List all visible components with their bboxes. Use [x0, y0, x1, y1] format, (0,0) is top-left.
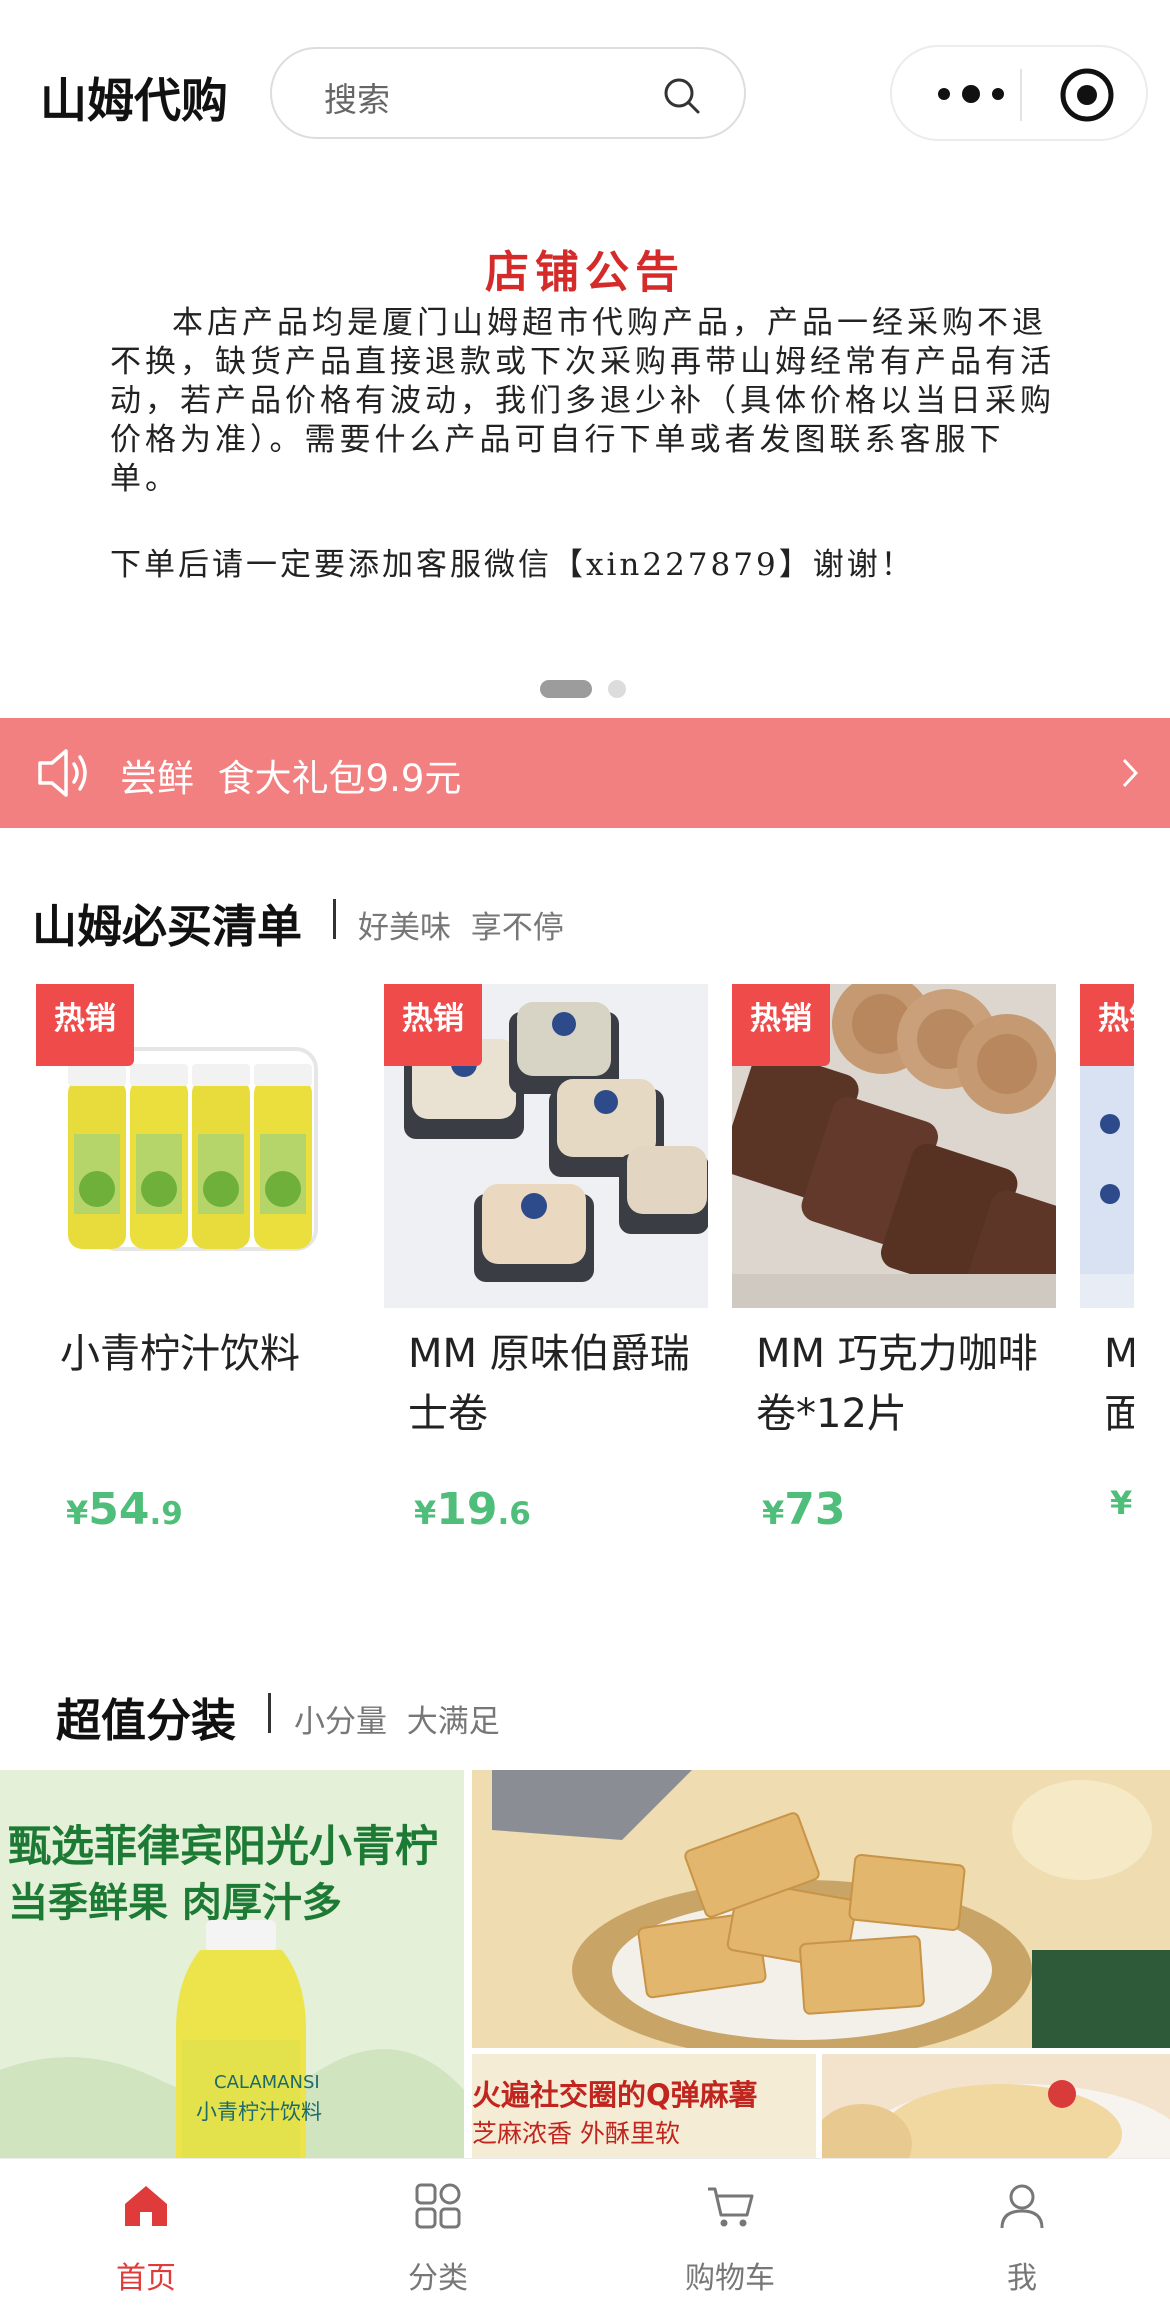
product-card[interactable]: 热销 小青柠汁饮料 ¥54.9 [36, 984, 360, 1564]
product-name[interactable]: 小青柠汁饮料 [60, 1324, 350, 1384]
product-name[interactable]: MM 原味伯爵瑞士卷 [408, 1324, 698, 1444]
promo-announcement-bar[interactable]: 尝鲜 食大礼包9.9元 [0, 718, 1170, 828]
mini-program-capsule [890, 45, 1148, 141]
tile-headline: 甄选菲律宾阳光小青柠 [8, 1822, 438, 1872]
product-image[interactable]: 热销 [1080, 984, 1134, 1308]
price-decimal: .9 [149, 1496, 183, 1532]
chevron-right-icon [1122, 758, 1139, 788]
notice-banner[interactable]: 店铺公告 本店产品均是厦门山姆超市代购产品，产品一经采购不退不换，缺货产品直接退… [0, 186, 1170, 706]
carousel-dot-active[interactable] [540, 680, 592, 698]
product-name[interactable]: MM 巧克力咖啡卷*12片 [756, 1324, 1046, 1444]
carousel-dot[interactable] [608, 680, 626, 698]
section-title-must-buy: 山姆必买清单 [32, 900, 303, 953]
tab-label: 分类 [408, 2261, 468, 2296]
target-icon[interactable] [1058, 66, 1116, 124]
price-integer: 73 [784, 1484, 846, 1535]
section-divider [268, 1693, 271, 1733]
hot-sale-badge: 热销 [36, 984, 134, 1066]
tile-headline: 火遍社交圈的Q弹麻薯 [472, 2078, 758, 2112]
value-pack-tile[interactable] [472, 1770, 1170, 2048]
bottle-brand-text: CALAMANSI [214, 2072, 320, 2093]
price-currency: ¥ [762, 1494, 785, 1532]
notice-footer: 下单后请一定要添加客服微信【xin227879】谢谢！ [110, 547, 915, 583]
price-integer: 54 [88, 1484, 150, 1535]
product-price: ¥54.9 [66, 1484, 183, 1535]
more-icon[interactable] [926, 77, 1016, 111]
app-title: 山姆代购 [40, 74, 228, 129]
section-subtitle-value-pack: 小分量 大满足 [294, 1704, 500, 1740]
tab-home[interactable]: 首页 [0, 2159, 292, 2316]
tab-category[interactable]: 分类 [292, 2159, 584, 2316]
hot-sale-badge: 热销 [1080, 984, 1134, 1066]
section-title-value-pack: 超值分装 [56, 1694, 237, 1747]
user-icon [1000, 2184, 1044, 2229]
product-image[interactable]: 热销 [384, 984, 708, 1308]
tab-label: 我 [1007, 2261, 1037, 2296]
speaker-icon [38, 749, 87, 797]
value-pack-tile[interactable] [822, 2054, 1170, 2158]
product-card[interactable]: 热销 MM 巧克力咖啡卷*12片 ¥73 [732, 984, 1056, 1564]
product-image[interactable]: 热销 [732, 984, 1056, 1308]
price-integer: 19 [436, 1484, 498, 1535]
category-icon [415, 2183, 461, 2229]
price-decimal: .6 [497, 1496, 531, 1532]
capsule-divider [1020, 69, 1022, 121]
hot-sale-badge: 热销 [384, 984, 482, 1066]
tile-subheadline: 芝麻浓香 外酥里软 [472, 2119, 680, 2148]
tab-profile[interactable]: 我 [876, 2159, 1168, 2316]
product-image[interactable]: 热销 [36, 984, 360, 1308]
hot-sale-badge: 热销 [732, 984, 830, 1066]
value-pack-tile[interactable]: 甄选菲律宾阳光小青柠 当季鲜果 肉厚汁多 CALAMANSI 小青柠汁饮料 [0, 1770, 464, 2158]
price-currency: ¥ [1110, 1484, 1133, 1522]
tab-cart[interactable]: 购物车 [584, 2159, 876, 2316]
product-price: ¥73 [762, 1484, 846, 1535]
carousel-indicator [0, 680, 1170, 700]
product-card[interactable]: 热销 MM 原味伯爵瑞士卷 ¥19.6 [384, 984, 708, 1564]
tab-label: 购物车 [685, 2261, 775, 2296]
price-currency: ¥ [414, 1494, 437, 1532]
product-card[interactable]: 热销 M 面 ¥ [1080, 984, 1134, 1564]
price-currency: ¥ [66, 1494, 89, 1532]
notice-title: 店铺公告 [485, 247, 685, 298]
value-pack-tile[interactable]: 火遍社交圈的Q弹麻薯 芝麻浓香 外酥里软 [472, 2054, 816, 2158]
notice-body: 本店产品均是厦门山姆超市代购产品，产品一经采购不退不换，缺货产品直接退款或下次采… [110, 305, 1055, 497]
section-subtitle-must-buy: 好美味 享不停 [358, 910, 564, 946]
search-icon[interactable] [662, 76, 702, 116]
section-divider [333, 899, 336, 939]
search-placeholder: 搜索 [324, 80, 390, 119]
bottle-label-text: 小青柠汁饮料 [196, 2100, 322, 2124]
product-name[interactable]: M 面 [1104, 1324, 1134, 1444]
home-icon [125, 2186, 167, 2226]
top-nav-bar: 山姆代购 搜索 [0, 0, 1170, 186]
bottom-tab-bar: 首页 分类 购物车 我 [0, 2158, 1170, 2316]
search-input[interactable]: 搜索 [270, 47, 746, 139]
product-price: ¥ [1110, 1484, 1132, 1522]
tab-label: 首页 [116, 2261, 176, 2296]
product-price: ¥19.6 [414, 1484, 531, 1535]
promo-text: 尝鲜 食大礼包9.9元 [120, 757, 462, 800]
cart-icon [708, 2187, 754, 2227]
